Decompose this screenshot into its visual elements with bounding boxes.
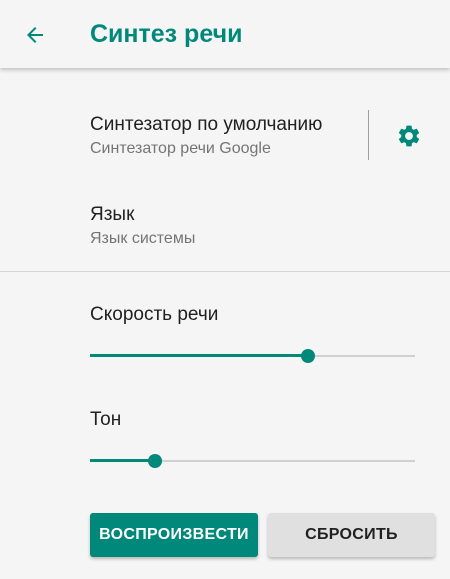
settings-content: Синтезатор по умолчанию Синтезатор речи …: [0, 68, 450, 579]
slider-fill: [90, 459, 155, 462]
default-engine-title: Синтезатор по умолчанию: [90, 114, 323, 135]
slider-thumb[interactable]: [300, 349, 315, 363]
default-engine-summary: Синтезатор речи Google: [90, 140, 271, 157]
speech-rate-label: Скорость речи: [90, 304, 219, 325]
pitch-label: Тон: [90, 409, 122, 430]
slider-thumb[interactable]: [148, 454, 162, 468]
back-button[interactable]: [18, 18, 52, 52]
slider-fill: [90, 354, 308, 357]
play-button[interactable]: ВОСПРОИЗВЕСТИ: [90, 513, 258, 557]
default-engine-item[interactable]: Синтезатор по умолчанию Синтезатор речи …: [0, 88, 450, 188]
pitch-slider[interactable]: [90, 451, 415, 471]
reset-button[interactable]: СБРОСИТЬ: [268, 513, 435, 557]
language-title: Язык: [90, 204, 135, 225]
language-item[interactable]: Язык Язык системы: [0, 188, 450, 268]
speech-rate-slider[interactable]: [90, 346, 415, 366]
gear-icon: [398, 125, 420, 147]
section-divider: [0, 271, 450, 272]
page-title: Синтез речи: [90, 20, 243, 48]
engine-settings-button[interactable]: [395, 122, 423, 150]
app-bar: Синтез речи: [0, 0, 450, 68]
arrow-left-icon: [27, 27, 43, 43]
vertical-divider: [368, 110, 369, 160]
language-summary: Язык системы: [90, 230, 196, 247]
